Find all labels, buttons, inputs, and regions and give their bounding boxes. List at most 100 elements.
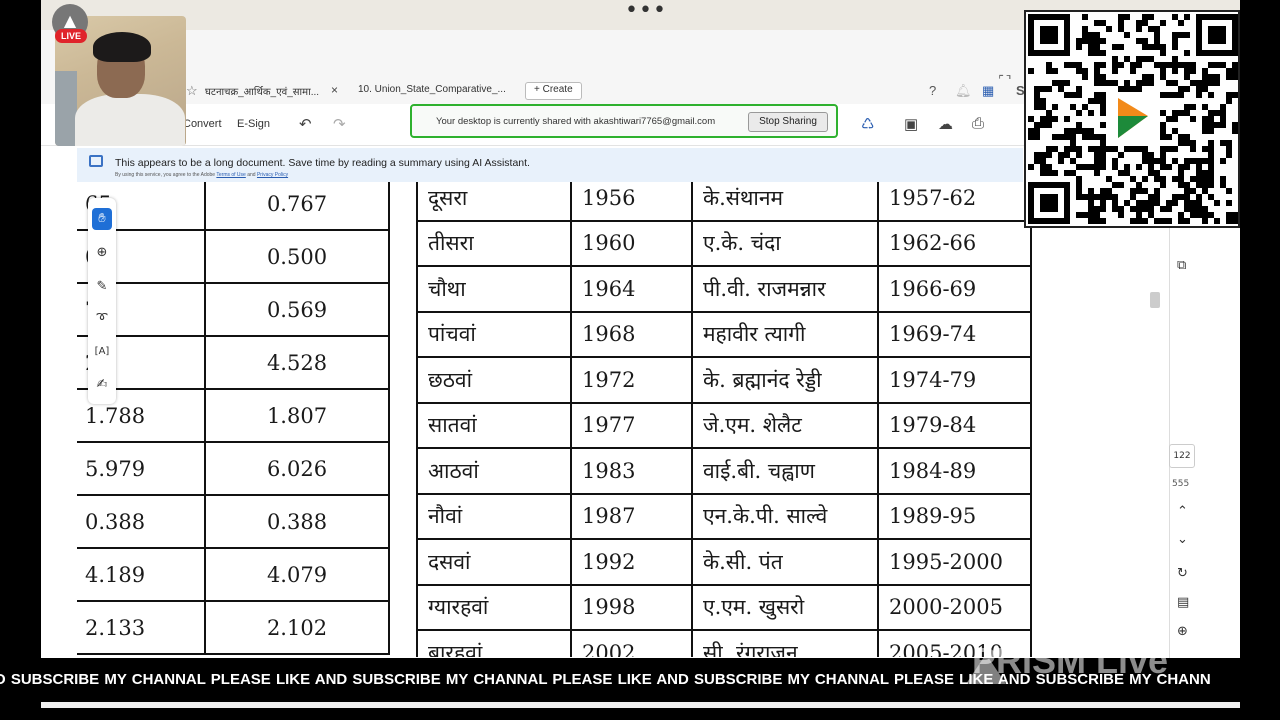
table-cell: पांचवां xyxy=(416,310,572,358)
save-icon[interactable]: ▣ xyxy=(904,115,918,133)
table-row: छठवां 1972 के. ब्रह्मानंद रेड्डी 1974-79 xyxy=(416,356,1032,404)
bell-icon[interactable]: 🔔︎ xyxy=(955,83,972,99)
table-cell: तीसरा xyxy=(416,219,572,267)
total-pages: 555 xyxy=(1172,479,1190,489)
table-cell: 1977 xyxy=(570,401,693,449)
table-cell: 0.388 xyxy=(77,494,206,549)
page-down-icon[interactable]: ⌄ xyxy=(1177,532,1188,547)
table-cell: 1995-2000 xyxy=(877,538,1032,586)
table-row: 060.500 xyxy=(77,229,390,284)
table-cell: 2000-2005 xyxy=(877,583,1032,631)
banner-fine-print: By using this service, you agree to the … xyxy=(115,172,288,178)
table-cell: 1989-95 xyxy=(877,492,1032,540)
table-cell: 1966-69 xyxy=(877,265,1032,313)
fine-print-prefix: By using this service, you agree to the … xyxy=(115,172,216,178)
table-cell: 1987 xyxy=(570,492,693,540)
create-button[interactable]: + Create xyxy=(525,82,582,100)
table-cell: के.सी. पंत xyxy=(691,538,879,586)
tab-document-2[interactable]: 10. Union_State_Comparative_... xyxy=(358,84,506,95)
scrollbar-thumb[interactable] xyxy=(1150,292,1160,308)
apps-grid-icon[interactable]: ▦ xyxy=(982,83,994,99)
privacy-link[interactable]: Privacy Policy xyxy=(257,172,288,178)
star-icon[interactable]: ☆ xyxy=(186,83,198,99)
table-cell: महावीर त्यागी xyxy=(691,310,879,358)
table-cell: 2.102 xyxy=(204,600,390,655)
live-badge: LIVE xyxy=(55,29,87,43)
table-cell: 1968 xyxy=(570,310,693,358)
help-icon[interactable]: ? xyxy=(929,83,936,98)
ai-assistant-banner: This appears to be a long document. Save… xyxy=(77,148,1023,182)
table-cell: 1972 xyxy=(570,356,693,404)
hand-tool-icon[interactable]: ✋︎ xyxy=(92,208,112,230)
table-cell: 0.569 xyxy=(204,282,390,337)
undo-icon[interactable]: ↶ xyxy=(299,115,312,133)
table-cell: 1992 xyxy=(570,538,693,586)
table-cell: 2.133 xyxy=(77,600,206,655)
page-up-icon[interactable]: ⌃ xyxy=(1177,504,1188,519)
close-tab-icon[interactable]: × xyxy=(331,83,338,97)
refresh-icon[interactable]: ↻ xyxy=(1177,566,1188,581)
table-cell: 4.189 xyxy=(77,547,206,602)
copy-icon[interactable]: ⧉ xyxy=(1177,258,1186,273)
tab-document-1[interactable]: घटनाचक्र_आर्थिक_एवं_सामा... xyxy=(205,84,319,98)
convert-button[interactable]: Convert xyxy=(183,118,222,130)
table-cell: ए.के. चंदा xyxy=(691,219,879,267)
upload-cloud-icon[interactable]: ☁ xyxy=(938,115,953,133)
table-row: 730.569 xyxy=(77,282,390,337)
table-cell: के.संथानम xyxy=(691,182,879,222)
table-cell: वाई.बी. चह्वाण xyxy=(691,447,879,495)
webcam-person-body xyxy=(75,94,185,146)
table-row: ग्यारहवां 1998 ए.एम. खुसरो 2000-2005 xyxy=(416,583,1032,631)
redo-icon[interactable]: ↷ xyxy=(333,115,346,133)
webcam-background xyxy=(55,71,77,146)
fine-print-and: and xyxy=(247,172,256,178)
current-page-number[interactable]: 122 xyxy=(1169,444,1195,468)
table-cell: आठवां xyxy=(416,447,572,495)
left-data-table: 650.767060.500730.569294.5281.7881.8075.… xyxy=(77,182,390,655)
menu-dots-icon[interactable]: ••• xyxy=(625,0,667,23)
table-row: दूसरा 1956 के.संथानम 1957-62 xyxy=(416,182,1032,222)
table-row: चौथा 1964 पी.वी. राजमन्नार 1966-69 xyxy=(416,265,1032,313)
pen-tool-icon[interactable]: ✎ xyxy=(92,276,112,298)
terms-link[interactable]: Terms of Use xyxy=(216,172,245,178)
table-cell: 1956 xyxy=(570,182,693,222)
table-row: दसवां 1992 के.सी. पंत 1995-2000 xyxy=(416,538,1032,586)
pdf-page: 650.767060.500730.569294.5281.7881.8075.… xyxy=(77,182,1077,657)
draw-tool-icon[interactable]: ➰︎ xyxy=(92,308,112,330)
share-message: Your desktop is currently shared with ak… xyxy=(436,116,716,127)
ai-assistant-icon[interactable]: ♺ xyxy=(861,115,874,133)
table-cell: 1979-84 xyxy=(877,401,1032,449)
table-cell: 5.979 xyxy=(77,441,206,496)
table-cell: 1983 xyxy=(570,447,693,495)
table-row: तीसरा 1960 ए.के. चंदा 1962-66 xyxy=(416,219,1032,267)
table-row: 2.133 2.102 xyxy=(77,600,390,655)
table-cell: 1964 xyxy=(570,265,693,313)
table-cell: छठवां xyxy=(416,356,572,404)
table-row: 5.979 6.026 xyxy=(77,441,390,496)
sign-tool-icon[interactable]: ✍︎ xyxy=(92,374,112,396)
table-cell: 2002 xyxy=(570,629,693,657)
table-cell: दसवां xyxy=(416,538,572,586)
table-cell: जे.एम. शेलैट xyxy=(691,401,879,449)
table-cell: नौवां xyxy=(416,492,572,540)
table-row: सातवां 1977 जे.एम. शेलैट 1979-84 xyxy=(416,401,1032,449)
document-icon[interactable]: ▤ xyxy=(1177,595,1189,610)
quick-tools-panel: ✋︎ ⊕ ✎ ➰︎ [A] ✍︎ xyxy=(88,198,116,404)
text-tool-icon[interactable]: [A] xyxy=(92,341,112,363)
banner-text: This appears to be a long document. Save… xyxy=(115,157,530,169)
print-icon[interactable]: ⎙ xyxy=(972,115,984,132)
table-row: बारहवां 2002 सी. रंगराजन 2005-2010 xyxy=(416,629,1032,657)
table-cell: 4.079 xyxy=(204,547,390,602)
zoom-in-icon[interactable]: ⊕ xyxy=(1177,624,1188,639)
table-cell: बारहवां xyxy=(416,629,572,657)
bottom-edge xyxy=(41,702,1240,708)
esign-button[interactable]: E-Sign xyxy=(237,118,270,130)
table-cell: 4.528 xyxy=(204,335,390,390)
watermark: PRISM Live xyxy=(972,640,1169,681)
stop-sharing-button[interactable]: Stop Sharing xyxy=(748,112,828,132)
table-cell: एन.के.पी. साल्वे xyxy=(691,492,879,540)
table-row: 1.788 1.807 xyxy=(77,388,390,443)
screen: ••• ⛶ ☆ घटनाचक्र_आर्थिक_एवं_सामा... × 10… xyxy=(0,0,1280,720)
table-row: पांचवां 1968 महावीर त्यागी 1969-74 xyxy=(416,310,1032,358)
zoom-tool-icon[interactable]: ⊕ xyxy=(92,242,112,264)
